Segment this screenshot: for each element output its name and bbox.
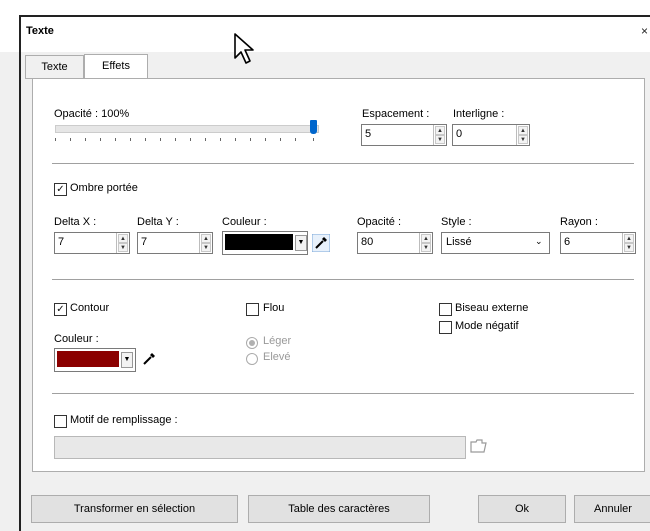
blur-high-label: Elevé xyxy=(263,351,291,363)
blur-checkbox[interactable] xyxy=(246,303,259,316)
fill-pattern-path-field[interactable] xyxy=(54,436,466,459)
shadow-radius-down-button[interactable]: ▼ xyxy=(624,243,634,252)
outline-color-picker[interactable]: ▼ xyxy=(54,348,136,372)
chevron-down-icon: ⌄ xyxy=(535,236,543,246)
delta-y-value: 7 xyxy=(141,236,148,248)
spacing-stepper[interactable]: 5 ▲ ▼ xyxy=(361,124,447,146)
dialog-title: Texte xyxy=(26,25,54,37)
separator xyxy=(52,393,634,394)
delta-x-label: Delta X : xyxy=(54,216,97,228)
blur-light-radio[interactable] xyxy=(246,337,258,349)
blur-label: Flou xyxy=(263,302,285,314)
delta-y-stepper[interactable]: 7 ▲ ▼ xyxy=(137,232,213,254)
tab-effets[interactable]: Effets xyxy=(84,54,148,79)
delta-x-down-button[interactable]: ▼ xyxy=(118,243,128,252)
line-spacing-up-button[interactable]: ▲ xyxy=(518,126,528,135)
fill-pattern-checkbox[interactable] xyxy=(54,415,67,428)
spacing-label: Espacement : xyxy=(362,108,430,120)
window-border-left xyxy=(19,15,21,531)
shadow-opacity-stepper[interactable]: 80 ▲ ▼ xyxy=(357,232,433,254)
shadow-radius-label: Rayon : xyxy=(560,216,598,228)
spacing-value: 5 xyxy=(365,128,372,140)
ok-button[interactable]: Ok xyxy=(478,495,566,523)
delta-x-value: 7 xyxy=(58,236,65,248)
separator xyxy=(52,163,634,164)
outline-label: Contour xyxy=(70,302,110,314)
eyedropper-icon[interactable] xyxy=(142,352,156,366)
line-spacing-down-button[interactable]: ▼ xyxy=(518,135,528,144)
delta-y-label: Delta Y : xyxy=(137,216,179,228)
delta-x-stepper[interactable]: 7 ▲ ▼ xyxy=(54,232,130,254)
bevel-label: Biseau externe xyxy=(455,302,529,314)
shadow-color-picker[interactable]: ▼ xyxy=(222,231,308,255)
shadow-style-value: Lissé xyxy=(446,236,472,248)
text-opacity-label: Opacité : 100% xyxy=(54,108,130,120)
shadow-color-label: Couleur : xyxy=(222,216,267,228)
shadow-style-label: Style : xyxy=(441,216,472,228)
character-table-button[interactable]: Table des caractères xyxy=(248,495,430,523)
separator xyxy=(52,279,634,280)
title-bar xyxy=(0,0,650,52)
cancel-button[interactable]: Annuler xyxy=(574,495,650,523)
transform-to-selection-button[interactable]: Transformer en sélection xyxy=(31,495,238,523)
close-icon[interactable]: × xyxy=(641,24,648,38)
opacity-slider-thumb[interactable] xyxy=(310,120,317,134)
negative-mode-checkbox[interactable] xyxy=(439,321,452,334)
line-spacing-stepper[interactable]: 0 ▲ ▼ xyxy=(452,124,530,146)
outline-color-label: Couleur : xyxy=(54,333,99,345)
blur-light-label: Léger xyxy=(263,335,292,347)
folder-open-icon[interactable] xyxy=(470,438,488,454)
tab-texte[interactable]: Texte xyxy=(25,55,84,79)
shadow-color-swatch xyxy=(225,234,293,250)
fill-pattern-label: Motif de remplissage : xyxy=(70,414,178,426)
line-spacing-label: Interligne : xyxy=(453,108,505,120)
eyedropper-icon[interactable] xyxy=(312,234,330,252)
delta-y-up-button[interactable]: ▲ xyxy=(201,234,211,243)
shadow-opacity-down-button[interactable]: ▼ xyxy=(421,243,431,252)
shadow-opacity-label: Opacité : xyxy=(357,216,402,228)
shadow-checkbox[interactable]: ✓ xyxy=(54,183,67,196)
outline-checkbox[interactable]: ✓ xyxy=(54,303,67,316)
negative-mode-label: Mode négatif xyxy=(455,320,519,332)
shadow-radius-up-button[interactable]: ▲ xyxy=(624,234,634,243)
mouse-cursor-icon xyxy=(234,33,254,64)
window-border-top xyxy=(19,15,650,17)
slider-ticks xyxy=(55,138,317,142)
delta-x-up-button[interactable]: ▲ xyxy=(118,234,128,243)
shadow-opacity-up-button[interactable]: ▲ xyxy=(421,234,431,243)
spacing-down-button[interactable]: ▼ xyxy=(435,135,445,144)
opacity-slider[interactable] xyxy=(55,125,319,133)
shadow-opacity-value: 80 xyxy=(361,236,374,248)
delta-y-down-button[interactable]: ▼ xyxy=(201,243,211,252)
shadow-radius-value: 6 xyxy=(564,236,571,248)
shadow-label: Ombre portée xyxy=(70,182,138,194)
outline-color-swatch xyxy=(57,351,119,367)
shadow-style-select[interactable]: Lissé ⌄ xyxy=(441,232,550,254)
chevron-down-icon[interactable]: ▼ xyxy=(295,235,307,251)
blur-high-radio[interactable] xyxy=(246,353,258,365)
line-spacing-value: 0 xyxy=(456,128,463,140)
shadow-radius-stepper[interactable]: 6 ▲ ▼ xyxy=(560,232,636,254)
bevel-checkbox[interactable] xyxy=(439,303,452,316)
spacing-up-button[interactable]: ▲ xyxy=(435,126,445,135)
chevron-down-icon[interactable]: ▼ xyxy=(121,352,133,368)
